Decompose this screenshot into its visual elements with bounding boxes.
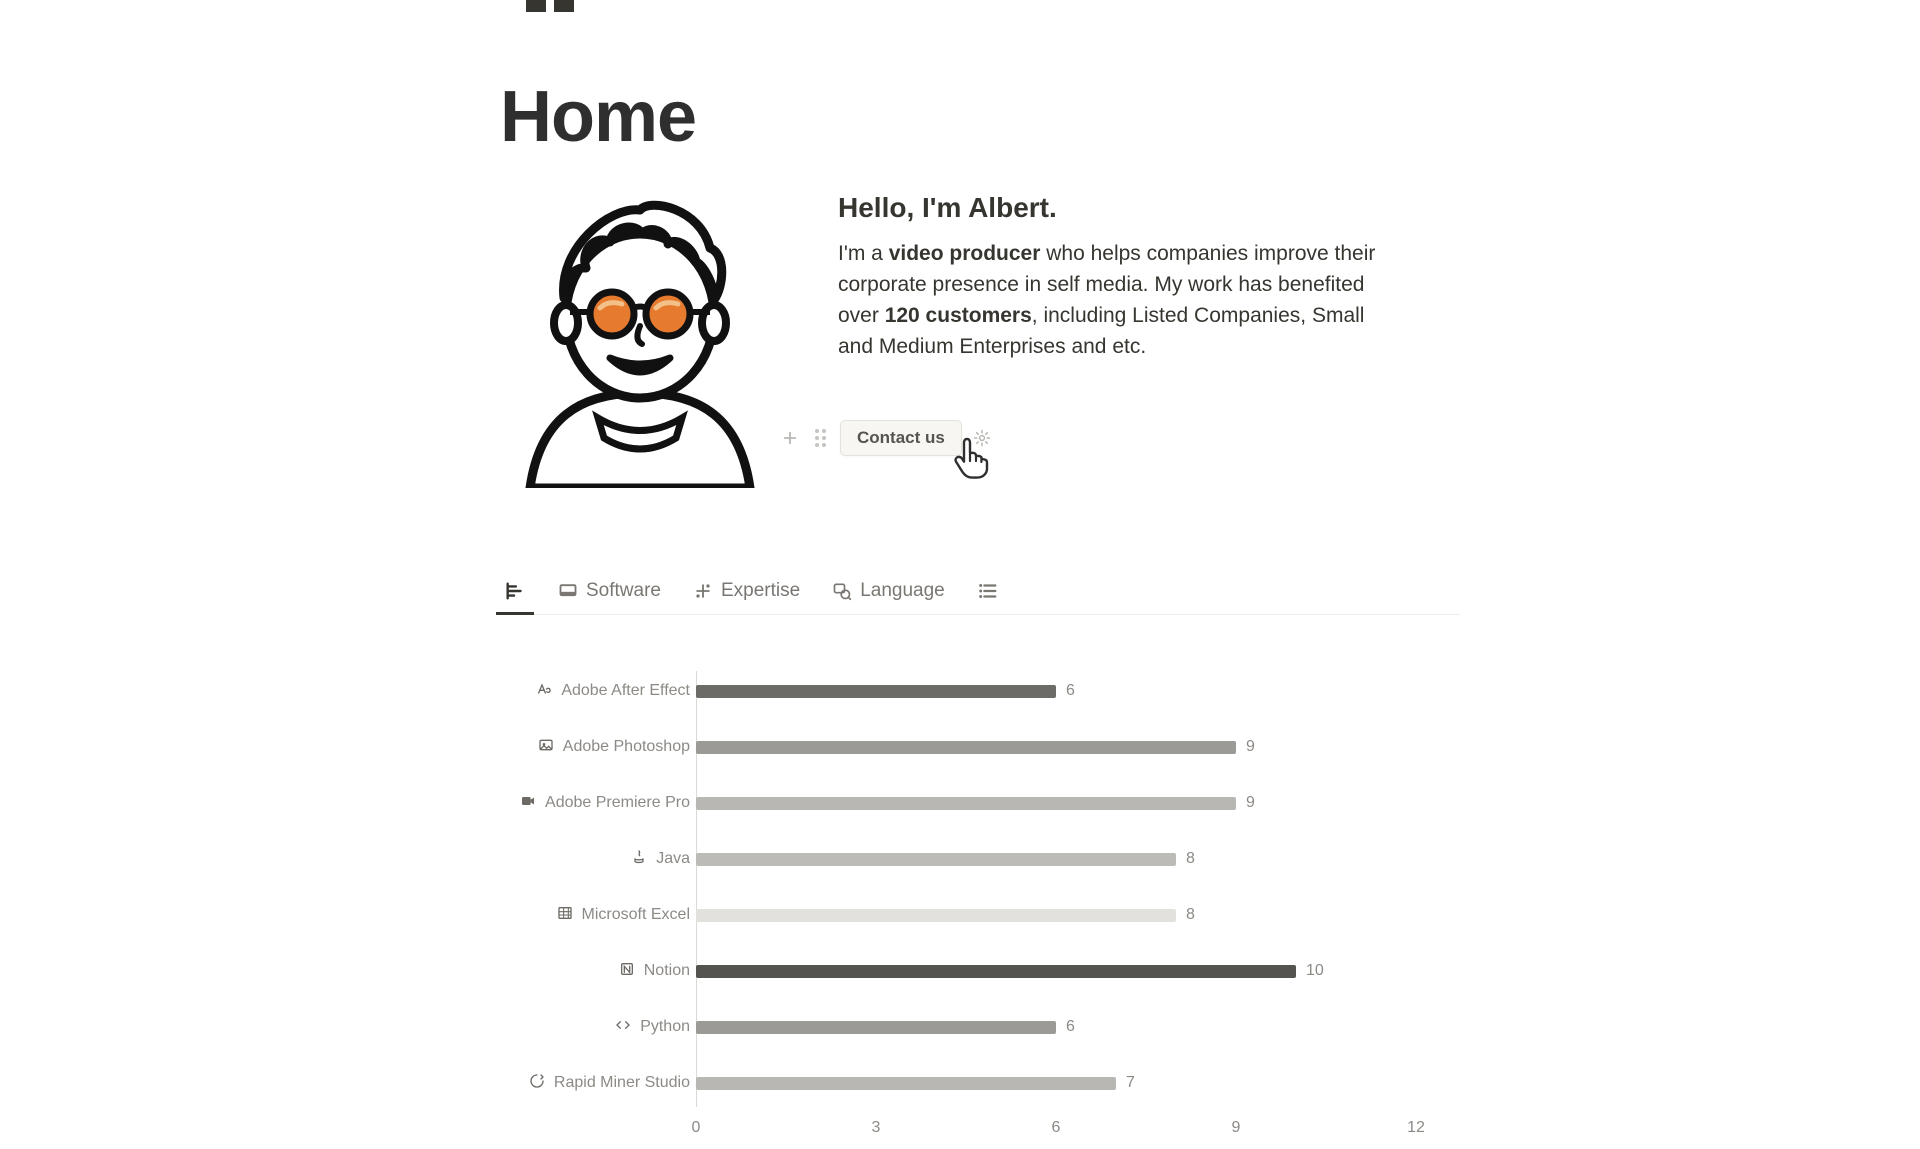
block-action-row: Contact us (780, 420, 1460, 456)
chart-row: Adobe Photoshop9 (696, 727, 1416, 767)
tab-software[interactable]: Software (554, 574, 665, 614)
chart-row-label: Notion (500, 961, 690, 982)
chart-x-tick: 3 (872, 1119, 881, 1137)
chart-bar (696, 965, 1296, 978)
rapidminer-icon (529, 1073, 545, 1094)
chart-x-tick: 12 (1407, 1119, 1425, 1137)
chart-row-label: Microsoft Excel (500, 905, 690, 926)
chart-row: Adobe Premiere Pro9 (696, 783, 1416, 823)
chart-bar-value: 10 (1306, 962, 1324, 980)
tab-expertise[interactable]: Expertise (689, 574, 804, 614)
chart-row-label: Rapid Miner Studio (500, 1073, 690, 1094)
chart-bar (696, 853, 1176, 866)
page-content: Home (500, 0, 1460, 1149)
chart-row-label: Adobe After Effect (500, 681, 690, 702)
hello-heading: Hello, I'm Albert. (838, 192, 1460, 224)
chart-row: Rapid Miner Studio7 (696, 1063, 1416, 1103)
view-tabs: Software Expertise Language (500, 574, 1460, 615)
photoshop-icon (538, 737, 554, 758)
chart-row: Microsoft Excel8 (696, 895, 1416, 935)
chart-x-tick: 0 (692, 1119, 701, 1137)
chart-bar-value: 6 (1066, 682, 1075, 700)
page-title: Home (500, 76, 1460, 158)
drag-handle-icon[interactable] (810, 428, 830, 448)
after-effects-icon (536, 681, 552, 702)
chart-row: Notion10 (696, 951, 1416, 991)
chart-bar-value: 8 (1186, 906, 1195, 924)
java-icon (631, 849, 647, 870)
chart-bar-value: 7 (1126, 1074, 1135, 1092)
chart-row-label-text: Microsoft Excel (582, 906, 690, 924)
chart-row-label-text: Java (656, 850, 690, 868)
tab-language-label: Language (860, 580, 945, 602)
intro-text: Hello, I'm Albert. I'm a video producer … (838, 188, 1460, 488)
chart-row-label-text: Adobe Premiere Pro (545, 794, 690, 812)
add-block-icon[interactable] (780, 428, 800, 448)
chart-bar (696, 685, 1056, 698)
chart-row: Adobe After Effect6 (696, 671, 1416, 711)
chart-row-label-text: Notion (644, 962, 690, 980)
chart-bar (696, 909, 1176, 922)
tab-language[interactable]: Language (828, 574, 949, 614)
chart-bar (696, 741, 1236, 754)
notion-icon (619, 961, 635, 982)
avatar (500, 188, 780, 488)
chart-row-label: Adobe Premiere Pro (500, 793, 690, 814)
chart-x-axis: 036912 (696, 1119, 1416, 1149)
chart-row: Java8 (696, 839, 1416, 879)
tab-expertise-label: Expertise (721, 580, 800, 602)
chart-bar (696, 797, 1236, 810)
tab-list-view[interactable] (973, 574, 1003, 614)
chart-row-label: Adobe Photoshop (500, 737, 690, 758)
chart-bar-value: 8 (1186, 850, 1195, 868)
excel-icon (557, 905, 573, 926)
chart-row-label: Python (500, 1017, 690, 1038)
chart-row-label-text: Rapid Miner Studio (554, 1074, 690, 1092)
chart-bar (696, 1021, 1056, 1034)
chart-bar-value: 6 (1066, 1018, 1075, 1036)
premiere-icon (520, 793, 536, 814)
chart-bar-value: 9 (1246, 738, 1255, 756)
tab-chart-view[interactable] (500, 574, 530, 614)
code-icon (615, 1017, 631, 1038)
chart-x-tick: 6 (1052, 1119, 1061, 1137)
intro-text-1: I'm a (838, 242, 889, 265)
intro-section: Hello, I'm Albert. I'm a video producer … (500, 188, 1460, 488)
intro-paragraph: I'm a video producer who helps companies… (838, 238, 1378, 362)
contact-us-button[interactable]: Contact us (840, 420, 962, 456)
intro-bold-customers: 120 customers (885, 304, 1032, 327)
gear-icon[interactable] (972, 428, 992, 448)
chart-row: Python6 (696, 1007, 1416, 1047)
chart-row-label-text: Adobe After Effect (561, 682, 690, 700)
chart-row-label-text: Python (640, 1018, 690, 1036)
chart-row-label-text: Adobe Photoshop (563, 738, 690, 756)
skills-chart: Adobe After Effect6Adobe Photoshop9Adobe… (500, 671, 1460, 1149)
chart-x-tick: 9 (1232, 1119, 1241, 1137)
chart-bar-value: 9 (1246, 794, 1255, 812)
chart-bar (696, 1077, 1116, 1090)
intro-bold-role: video producer (889, 242, 1041, 265)
chart-row-label: Java (500, 849, 690, 870)
tab-software-label: Software (586, 580, 661, 602)
